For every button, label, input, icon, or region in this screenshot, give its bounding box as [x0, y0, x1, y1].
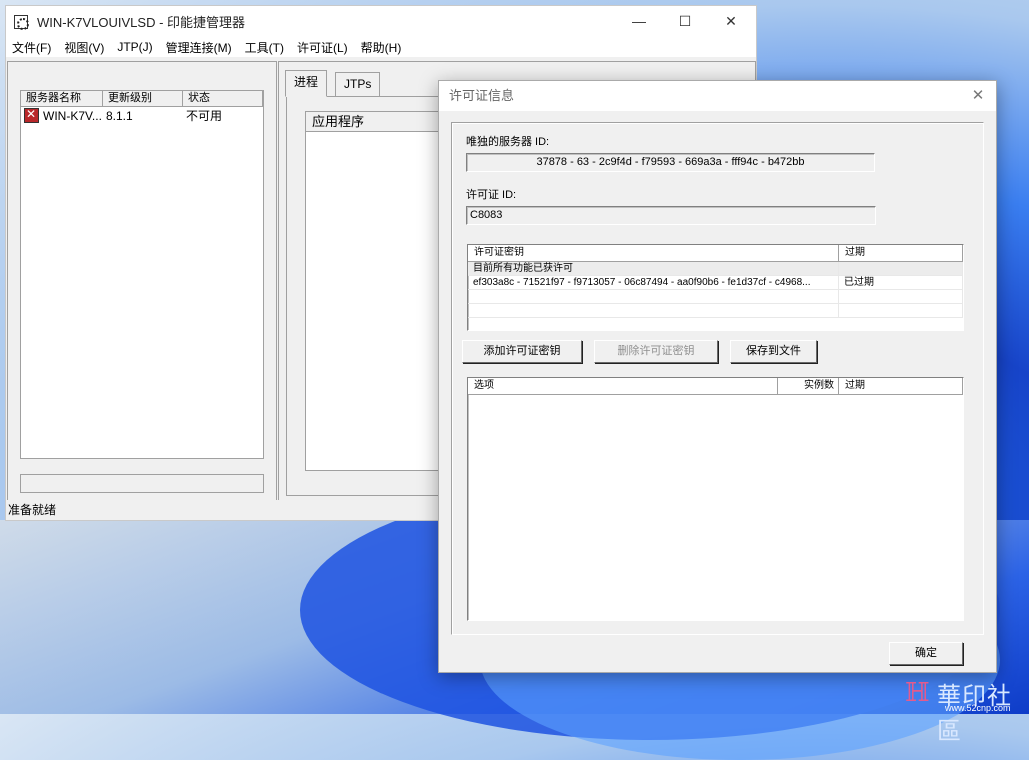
- column-expiry[interactable]: 过期: [839, 245, 963, 261]
- table-row[interactable]: 目前所有功能已获许可: [468, 262, 963, 276]
- license-group: 唯独的服务器 ID: 37878 - 63 - 2c9f4d - f79593 …: [451, 122, 984, 635]
- app-icon: [14, 14, 29, 30]
- license-key: ef303a8c - 71521f97 - f9713057 - 06c8749…: [468, 276, 839, 289]
- server-row[interactable]: WIN-K7V... 8.1.1 不可用: [21, 107, 263, 124]
- table-row: [468, 304, 963, 318]
- watermark-logo: ℍ: [905, 678, 930, 708]
- server-pane: 服务器名称 更新级别 状态 WIN-K7V... 8.1.1 不可用: [7, 61, 277, 501]
- license-key: 目前所有功能已获许可: [468, 262, 839, 275]
- menu-view[interactable]: 视图(V): [64, 39, 104, 56]
- maximize-button[interactable]: ☐: [662, 6, 708, 37]
- server-list-header: 服务器名称 更新级别 状态: [21, 91, 263, 107]
- license-dialog: 许可证信息 ✕ 唯独的服务器 ID: 37878 - 63 - 2c9f4d -…: [438, 80, 997, 673]
- column-option-expiry[interactable]: 过期: [839, 378, 963, 394]
- tab-process[interactable]: 进程: [285, 70, 328, 97]
- menu-bar: 文件(F) 视图(V) JTP(J) 管理连接(M) 工具(T) 许可证(L) …: [6, 37, 756, 57]
- column-license-key[interactable]: 许可证密钥: [468, 245, 839, 261]
- license-keys-header: 许可证密钥 过期: [468, 245, 963, 262]
- dialog-close-button[interactable]: ✕: [968, 81, 988, 111]
- dialog-titlebar[interactable]: 许可证信息 ✕: [439, 81, 996, 111]
- server-status: 不可用: [186, 109, 223, 123]
- close-button[interactable]: ✕: [708, 6, 754, 37]
- server-list[interactable]: 服务器名称 更新级别 状态 WIN-K7V... 8.1.1 不可用: [20, 90, 264, 459]
- menu-file[interactable]: 文件(F): [12, 39, 51, 56]
- menu-jtp[interactable]: JTP(J): [117, 40, 152, 54]
- license-expiry: 已过期: [839, 276, 963, 289]
- server-scrollbar[interactable]: [20, 474, 264, 493]
- server-id-label: 唯独的服务器 ID:: [466, 136, 550, 148]
- menu-help[interactable]: 帮助(H): [361, 39, 402, 56]
- remove-license-key-button[interactable]: 删除许可证密钥: [594, 340, 718, 363]
- menu-tools[interactable]: 工具(T): [245, 39, 284, 56]
- watermark-url: www.52cnp.com: [945, 703, 1011, 713]
- server-name: WIN-K7V...: [43, 108, 101, 123]
- license-keys-table[interactable]: 许可证密钥 过期 目前所有功能已获许可 ef303a8c - 71521f97 …: [467, 244, 964, 331]
- ok-button[interactable]: 确定: [889, 642, 963, 665]
- table-row: [468, 290, 963, 304]
- column-update-level[interactable]: 更新级别: [103, 91, 183, 106]
- main-titlebar[interactable]: WIN-K7VLOUIVLSD - 印能捷管理器 — ☐ ✕: [6, 6, 756, 37]
- dialog-title: 许可证信息: [449, 88, 515, 103]
- tab-jtps[interactable]: JTPs: [335, 72, 381, 96]
- column-status[interactable]: 状态: [183, 91, 263, 106]
- application-header[interactable]: 应用程序: [306, 112, 454, 132]
- column-option[interactable]: 选项: [468, 378, 778, 394]
- column-server-name[interactable]: 服务器名称: [21, 91, 103, 106]
- license-id-field[interactable]: C8083: [466, 206, 876, 225]
- menu-manage-connection[interactable]: 管理连接(M): [166, 39, 232, 56]
- save-to-file-button[interactable]: 保存到文件: [730, 340, 817, 363]
- column-instances[interactable]: 实例数: [778, 378, 839, 394]
- server-id-field[interactable]: 37878 - 63 - 2c9f4d - f79593 - 669a3a - …: [466, 153, 875, 172]
- minimize-button[interactable]: —: [616, 6, 662, 37]
- license-id-label: 许可证 ID:: [466, 189, 517, 201]
- license-expiry: [839, 262, 963, 275]
- application-list[interactable]: 应用程序: [305, 111, 455, 471]
- table-row[interactable]: ef303a8c - 71521f97 - f9713057 - 06c8749…: [468, 276, 963, 290]
- options-table[interactable]: 选项 实例数 过期: [467, 377, 964, 621]
- window-title: WIN-K7VLOUIVLSD - 印能捷管理器: [37, 15, 246, 30]
- add-license-key-button[interactable]: 添加许可证密钥: [462, 340, 582, 363]
- options-header: 选项 实例数 过期: [468, 378, 963, 395]
- server-version: 8.1.1: [106, 108, 133, 123]
- server-offline-icon: [24, 107, 39, 123]
- site-watermark: ℍ 華印社區 www.52cnp.com: [905, 676, 1029, 745]
- menu-license[interactable]: 许可证(L): [297, 39, 348, 56]
